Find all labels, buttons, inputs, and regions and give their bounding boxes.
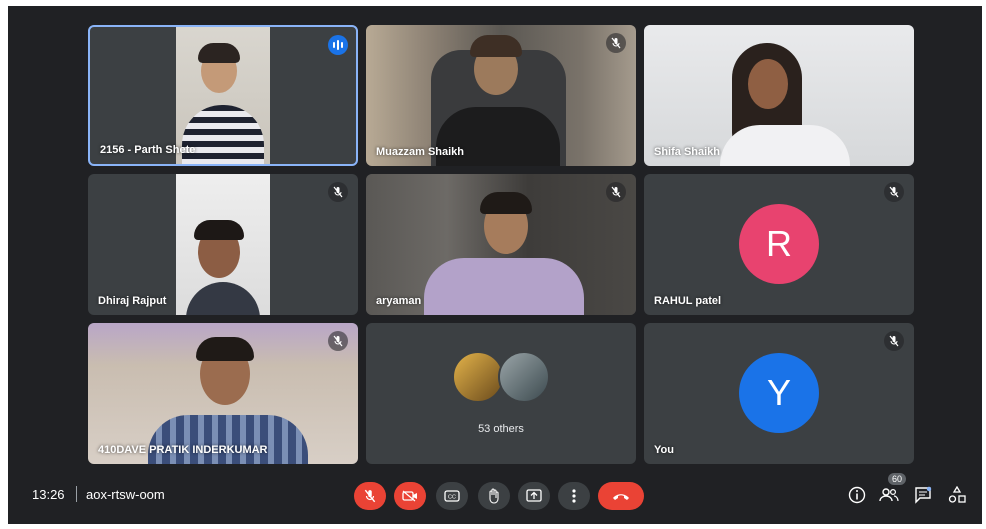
more-options-button[interactable] xyxy=(558,482,590,510)
divider xyxy=(76,486,77,502)
meet-window: 2156 - Parth Shete Muazzam Shaikh Shifa … xyxy=(8,6,982,524)
chat-icon[interactable] xyxy=(912,484,934,506)
people-count-badge: 60 xyxy=(888,473,907,485)
video-feed xyxy=(176,174,270,315)
video-feed xyxy=(644,25,914,166)
meeting-code: aox-rtsw-oom xyxy=(86,487,165,502)
participant-grid: 2156 - Parth Shete Muazzam Shaikh Shifa … xyxy=(8,6,982,466)
leave-call-button[interactable] xyxy=(598,482,644,510)
participant-tile[interactable]: 410DAVE PRATIK INDERKUMAR xyxy=(88,323,358,464)
participant-tile[interactable]: 2156 - Parth Shete xyxy=(88,25,358,166)
bottom-control-bar: 13:26 aox-rtsw-oom CC 60 xyxy=(8,466,982,524)
mic-toggle-button[interactable] xyxy=(354,482,386,510)
video-feed xyxy=(366,174,636,315)
participant-name: Muazzam Shaikh xyxy=(376,146,465,158)
video-feed xyxy=(88,323,358,464)
participant-tile[interactable]: aryaman xyxy=(366,174,636,315)
participant-name: Shifa Shaikh xyxy=(654,146,721,158)
participant-name: Dhiraj Rajput xyxy=(98,295,167,307)
current-time: 13:26 xyxy=(32,487,65,502)
activities-icon[interactable] xyxy=(946,484,968,506)
participant-tile[interactable]: Shifa Shaikh xyxy=(644,25,914,166)
others-tile[interactable]: 53 others xyxy=(366,323,636,464)
mic-off-icon xyxy=(606,33,626,53)
participant-name: RAHUL patel xyxy=(654,295,722,307)
mic-off-icon xyxy=(884,331,904,351)
participant-name: 2156 - Parth Shete xyxy=(100,144,196,156)
mic-off-icon xyxy=(884,182,904,202)
participant-tile[interactable]: Dhiraj Rajput xyxy=(88,174,358,315)
mic-off-icon xyxy=(328,331,348,351)
camera-toggle-button[interactable] xyxy=(394,482,426,510)
avatar xyxy=(452,351,504,403)
avatar: R xyxy=(739,204,819,284)
present-screen-button[interactable] xyxy=(518,482,550,510)
participant-name: You xyxy=(654,444,674,456)
participant-name: aryaman xyxy=(376,295,422,307)
participant-tile[interactable]: Y You xyxy=(644,323,914,464)
others-count: 53 others xyxy=(478,423,524,435)
video-feed xyxy=(366,25,636,166)
people-icon[interactable] xyxy=(878,484,900,506)
participant-tile[interactable]: Muazzam Shaikh xyxy=(366,25,636,166)
mic-off-icon xyxy=(606,182,626,202)
svg-text:CC: CC xyxy=(448,495,456,501)
participant-tile[interactable]: R RAHUL patel xyxy=(644,174,914,315)
captions-button[interactable]: CC xyxy=(436,482,468,510)
speaking-indicator-icon xyxy=(328,35,348,55)
avatar xyxy=(498,351,550,403)
participant-name: 410DAVE PRATIK INDERKUMAR xyxy=(98,444,268,456)
avatar: Y xyxy=(739,353,819,433)
meeting-info-icon[interactable] xyxy=(846,484,868,506)
raise-hand-button[interactable] xyxy=(478,482,510,510)
mic-off-icon xyxy=(328,182,348,202)
